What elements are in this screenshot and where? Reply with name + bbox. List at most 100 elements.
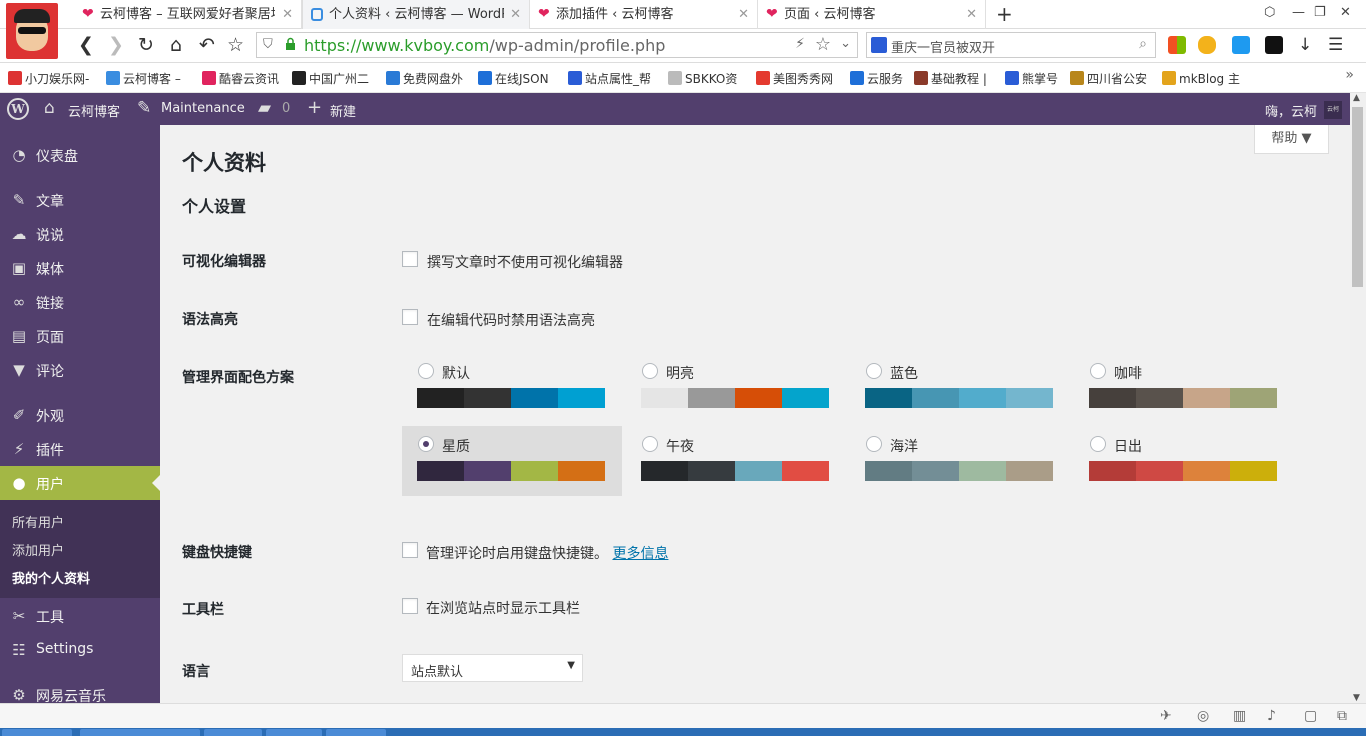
bookmark-item[interactable]: 小刀娱乐网-	[8, 70, 89, 87]
trash-icon[interactable]: ▥	[1233, 708, 1246, 724]
bookmark-item[interactable]: SBKKO资	[668, 70, 737, 87]
window-icon[interactable]: ⧉	[1337, 708, 1347, 724]
taskbar-item[interactable]	[204, 729, 262, 736]
sidebar-item[interactable]: ∞ 链接	[0, 285, 160, 319]
submenu-my-profile[interactable]: 我的个人资料	[12, 568, 90, 587]
color-scheme-radio[interactable]	[642, 363, 658, 379]
browser-tab[interactable]: ❤ 云柯博客 – 互联网爱好者聚居地 ✕	[74, 0, 302, 29]
toolbar-checkbox-label[interactable]: 在浏览站点时显示工具栏	[426, 598, 580, 618]
scroll-up-icon[interactable]: ▲	[1353, 93, 1360, 103]
more-bookmarks-icon[interactable]: »	[1345, 67, 1354, 83]
bookmark-item[interactable]: 美图秀秀网	[756, 70, 833, 87]
bookmark-item[interactable]: 云服务	[850, 70, 903, 87]
keyboard-shortcuts-checkbox-label[interactable]: 管理评论时启用键盘快捷键。 更多信息	[426, 543, 668, 563]
sidebar-item[interactable]: ▤ 页面	[0, 319, 160, 353]
screen-icon[interactable]: ▢	[1304, 708, 1317, 724]
sidebar-item[interactable]: ✎ 文章	[0, 183, 160, 217]
user-avatar[interactable]: 云柯	[1324, 101, 1342, 119]
syntax-highlight-checkbox[interactable]	[402, 309, 418, 325]
close-icon[interactable]: ✕	[510, 0, 521, 29]
site-name-link[interactable]: 云柯博客	[68, 101, 120, 120]
color-scheme-radio[interactable]	[1090, 436, 1106, 452]
music-icon[interactable]	[1265, 36, 1283, 54]
color-scheme-option[interactable]: 默认	[402, 353, 622, 423]
syntax-highlight-checkbox-label[interactable]: 在编辑代码时禁用语法高亮	[427, 310, 595, 330]
menu-icon[interactable]: ☰	[1328, 35, 1343, 55]
sidebar-item[interactable]: ☁ 说说	[0, 217, 160, 251]
new-tab-button[interactable]: +	[996, 2, 1013, 26]
bookmark-item[interactable]: 在线JSON	[478, 70, 549, 87]
bookmark-item[interactable]: 基础教程 |	[914, 70, 987, 87]
volume-icon[interactable]: ♪	[1267, 708, 1276, 724]
star-icon[interactable]: ☆	[227, 35, 244, 55]
close-window-button[interactable]: ✕	[1340, 5, 1351, 20]
visual-editor-checkbox[interactable]	[402, 251, 418, 267]
speed-icon[interactable]: ◎	[1197, 708, 1209, 724]
color-scheme-option[interactable]: 咖啡	[1074, 353, 1294, 423]
bookmark-item[interactable]: 站点属性_帮	[568, 70, 651, 87]
search-box[interactable]: 重庆一官员被双开 ⌕	[866, 32, 1156, 58]
close-icon[interactable]: ✕	[738, 0, 749, 29]
skin-icon[interactable]: ⬡	[1264, 5, 1275, 20]
sidebar-item[interactable]: ☷ Settings	[0, 633, 160, 667]
close-icon[interactable]: ✕	[966, 0, 977, 29]
visual-editor-checkbox-label[interactable]: 撰写文章时不使用可视化编辑器	[427, 252, 623, 272]
color-scheme-option[interactable]: 星质	[402, 426, 622, 496]
browser-tab[interactable]: ❤ 添加插件 ‹ 云柯博客 ✕	[530, 0, 758, 29]
bookmark-item[interactable]: 熊掌号	[1005, 70, 1058, 87]
sidebar-item[interactable]: ✂ 工具	[0, 599, 160, 633]
sidebar-item[interactable]: ◔ 仪表盘	[0, 138, 160, 172]
scrollbar-thumb[interactable]	[1352, 107, 1363, 287]
color-scheme-option[interactable]: 午夜	[626, 426, 846, 496]
color-scheme-radio[interactable]	[418, 363, 434, 379]
comments-count[interactable]: 0	[282, 101, 290, 116]
taskbar-item[interactable]	[80, 729, 200, 736]
bookmark-item[interactable]: 云柯博客 –	[106, 70, 181, 87]
sidebar-item[interactable]: ⚙ 网易云音乐	[0, 678, 160, 703]
taskbar-item[interactable]	[326, 729, 386, 736]
submenu-add-user[interactable]: 添加用户	[12, 540, 64, 559]
taskbar-item[interactable]	[2, 729, 72, 736]
color-scheme-radio[interactable]	[642, 436, 658, 452]
submenu-all-users[interactable]: 所有用户	[12, 512, 64, 531]
howdy-user[interactable]: 嗨，云柯	[1265, 101, 1317, 120]
sidebar-item[interactable]: ● 用户	[0, 466, 160, 500]
new-content-link[interactable]: 新建	[330, 101, 356, 120]
maintenance-link[interactable]: Maintenance	[161, 101, 245, 116]
comment-icon[interactable]: ▰	[258, 98, 271, 118]
address-bar[interactable]: ⛉ https://www.kvboy.com/wp-admin/profile…	[256, 32, 858, 58]
color-scheme-option[interactable]: 日出	[1074, 426, 1294, 496]
browser-user-avatar[interactable]	[6, 3, 58, 59]
vertical-scrollbar[interactable]: ▲ ▼	[1350, 93, 1366, 703]
color-scheme-option[interactable]: 海洋	[850, 426, 1070, 496]
translate-icon[interactable]	[1232, 36, 1250, 54]
maximize-button[interactable]: ❐	[1314, 5, 1326, 20]
browser-tab-active[interactable]: 个人资料 ‹ 云柯博客 — WordPress ✕	[302, 0, 530, 29]
color-scheme-radio[interactable]	[418, 436, 434, 452]
search-icon[interactable]: ⌕	[1139, 36, 1147, 52]
keyboard-shortcuts-checkbox[interactable]	[402, 542, 418, 558]
lightning-icon[interactable]: ⚡	[795, 36, 805, 52]
help-tab-button[interactable]: 帮助 ▼	[1254, 125, 1329, 154]
wordpress-logo-icon[interactable]: W	[7, 98, 29, 120]
more-info-link[interactable]: 更多信息	[612, 546, 668, 562]
bookmark-item[interactable]: 四川省公安	[1070, 70, 1147, 87]
color-scheme-option[interactable]: 蓝色	[850, 353, 1070, 423]
bookmark-item[interactable]: 免费网盘外	[386, 70, 463, 87]
bookmark-item[interactable]: 酷睿云资讯	[202, 70, 279, 87]
color-scheme-option[interactable]: 明亮	[626, 353, 846, 423]
bookmark-item[interactable]: mkBlog 主	[1162, 70, 1240, 87]
color-scheme-radio[interactable]	[1090, 363, 1106, 379]
taskbar-item[interactable]	[266, 729, 322, 736]
toolbar-checkbox[interactable]	[402, 598, 418, 614]
language-select[interactable]: 站点默认 ▼	[402, 654, 583, 682]
color-scheme-radio[interactable]	[866, 436, 882, 452]
sidebar-item[interactable]: ✐ 外观	[0, 398, 160, 432]
sidebar-item[interactable]: ▣ 媒体	[0, 251, 160, 285]
apps-icon[interactable]	[1168, 36, 1186, 54]
back-icon[interactable]: ❮	[78, 35, 94, 55]
download-icon[interactable]: ↓	[1298, 35, 1312, 55]
scroll-down-icon[interactable]: ▼	[1353, 693, 1360, 703]
close-icon[interactable]: ✕	[282, 0, 293, 29]
bookmark-item[interactable]: 中国广州二	[292, 70, 369, 87]
